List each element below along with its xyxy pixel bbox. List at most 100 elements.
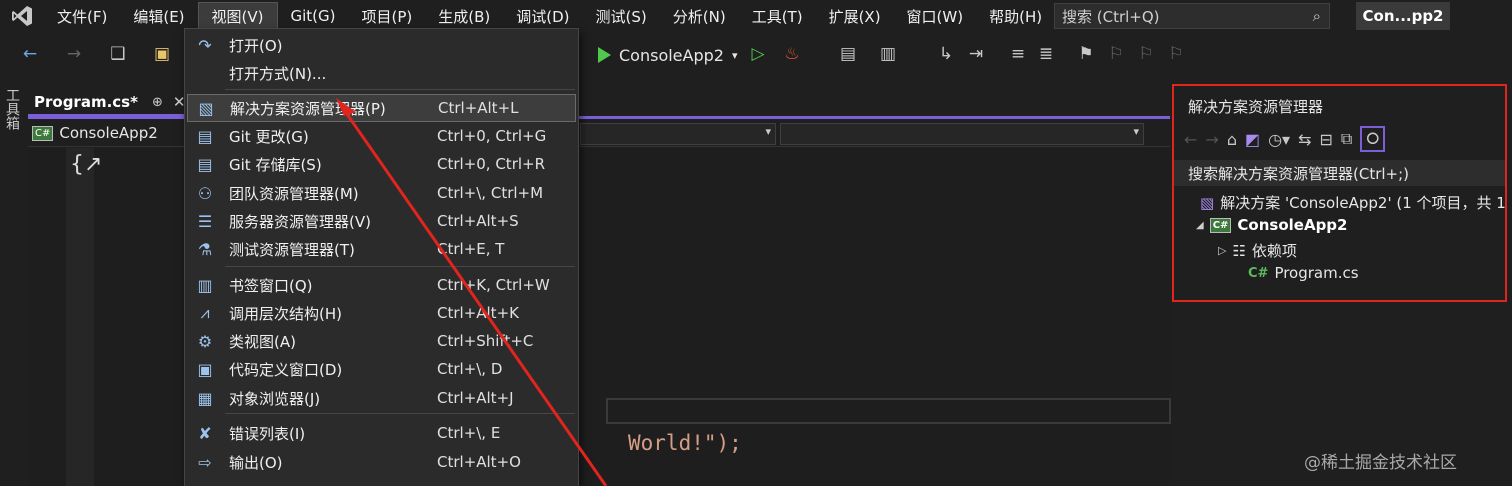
view-menu-item[interactable]: ⚗ 测试资源管理器(T) Ctrl+E, T — [187, 235, 576, 263]
menu-item[interactable]: 工具(T) — [739, 2, 816, 30]
view-menu-item[interactable]: ▧ 解决方案资源管理器(P) Ctrl+Alt+L — [187, 94, 576, 122]
file-node-label: Program.cs — [1274, 264, 1359, 282]
menu-item[interactable]: 调试(D) — [503, 2, 582, 30]
menu-item[interactable]: 视图(V) — [197, 2, 278, 30]
view-menu-item[interactable]: ⚙ 类视图(A) Ctrl+Shift+C — [187, 327, 576, 355]
tab-program-cs[interactable]: Program.cs* ⊕ ✕ — [28, 90, 188, 116]
type-dropdown[interactable]: ▾ — [580, 123, 776, 145]
file-node-program-cs[interactable]: C# Program.cs — [1248, 264, 1359, 282]
visual-studio-logo-icon[interactable] — [0, 0, 44, 32]
menu-item[interactable]: 项目(P) — [349, 2, 426, 30]
play-icon — [598, 47, 611, 63]
current-line-highlight — [606, 398, 1171, 424]
menu-item-label: 对象浏览器(J) — [229, 389, 321, 408]
output-icon: ⇨ — [198, 452, 212, 472]
view-menu-item[interactable]: ⚇ 团队资源管理器(M) Ctrl+\, Ctrl+M — [187, 179, 576, 207]
menu-item[interactable]: 测试(S) — [583, 2, 660, 30]
next-bookmark-icon[interactable]: ⚐ — [1134, 42, 1158, 66]
solution-icon: ▧ — [1200, 193, 1215, 212]
view-menu-item[interactable]: ▥ 书签窗口(Q) Ctrl+K, Ctrl+W — [187, 271, 576, 299]
menu-item[interactable]: 扩展(X) — [816, 2, 894, 30]
code-outline-icon[interactable]: {↗ — [70, 152, 102, 177]
git-repository-icon: ▤ — [197, 154, 213, 174]
menu-item-shortcut: Ctrl+Alt+O — [437, 453, 521, 471]
start-without-debug-icon[interactable]: ▷ — [746, 42, 770, 66]
view-menu-item[interactable]: ⩘ 调用层次结构(H) Ctrl+Alt+K — [187, 299, 576, 327]
project-dropdown[interactable]: C# ConsoleApp2 — [32, 122, 158, 144]
sync-icon[interactable]: ⇆ — [1298, 130, 1311, 149]
forward-icon[interactable]: → — [1205, 130, 1218, 149]
new-project-icon[interactable]: ❑ — [106, 42, 130, 66]
show-all-files-icon[interactable]: ⧉ — [1341, 129, 1352, 149]
view-menu-item[interactable]: ▣ 代码定义窗口(D) Ctrl+\, D — [187, 355, 576, 383]
menu-item[interactable]: 窗口(W) — [894, 2, 977, 30]
git-changes-icon: ▤ — [197, 126, 213, 146]
menu-separator — [225, 89, 575, 90]
solution-explorer-title: 解决方案资源管理器 — [1188, 98, 1324, 116]
toolbox-tab[interactable]: 工具箱 — [2, 88, 22, 130]
menu-item[interactable]: 编辑(E) — [120, 2, 197, 30]
csharp-project-icon: C# — [1209, 217, 1232, 233]
view-menu-item[interactable]: ✘ 错误列表(I) Ctrl+\, E — [187, 419, 576, 447]
menu-item-label: 团队资源管理器(M) — [229, 184, 359, 203]
open-icon: ↷ — [198, 35, 212, 55]
view-menu-item[interactable]: 打开方式(N)... — [187, 59, 576, 87]
menu-item[interactable]: 分析(N) — [660, 2, 739, 30]
view-menu-item[interactable]: ⇨ 输出(O) Ctrl+Alt+O — [187, 448, 576, 476]
toolbox-strip — [0, 80, 22, 486]
code-line-5: World!"); — [628, 431, 742, 455]
menu-item-label: 错误列表(I) — [229, 424, 306, 443]
start-debug-button[interactable]: ConsoleApp2 ▾ — [598, 42, 737, 68]
window-title[interactable]: Con...pp2 — [1356, 2, 1450, 30]
project-node-label: ConsoleApp2 — [1237, 216, 1348, 234]
solution-search-placeholder: 搜索解决方案资源管理器(Ctrl+;) — [1188, 164, 1410, 183]
solution-node[interactable]: ▧ 解决方案 'ConsoleApp2' (1 个项目，共 1 — [1200, 192, 1506, 213]
menu-item[interactable]: Git(G) — [278, 2, 349, 30]
project-node[interactable]: ◢ C# ConsoleApp2 — [1196, 216, 1347, 234]
menu-item-label: 调用层次结构(H) — [229, 304, 342, 323]
open-folder-icon[interactable]: ▣ — [150, 42, 174, 66]
menu-item-label: 测试资源管理器(T) — [229, 240, 355, 259]
uncomment-icon[interactable]: ≣ — [1034, 42, 1058, 66]
dependencies-icon: ☷ — [1232, 241, 1246, 260]
view-menu-item[interactable]: ▤ Git 存储库(S) Ctrl+0, Ctrl+R — [187, 150, 576, 178]
menu-separator — [225, 266, 575, 267]
step-icon[interactable]: ↳ — [934, 42, 958, 66]
prev-bookmark-icon[interactable]: ⚐ — [1104, 42, 1128, 66]
preview-selected-icon[interactable]: ⭘ — [1360, 126, 1386, 152]
server-explorer-icon: ☰ — [197, 211, 213, 231]
dependencies-node[interactable]: ▷ ☷ 依赖项 — [1218, 240, 1297, 261]
menu-item-shortcut: Ctrl+Alt+K — [437, 304, 519, 322]
menu-item-shortcut: Ctrl+E, T — [437, 240, 505, 258]
step-over-icon[interactable]: ⇥ — [964, 42, 988, 66]
solution-node-label: 解决方案 'ConsoleApp2' (1 个项目，共 1 — [1220, 194, 1506, 212]
clear-bookmarks-icon[interactable]: ⚐ — [1164, 42, 1188, 66]
menu-item[interactable]: 文件(F) — [44, 2, 120, 30]
collapse-all-icon[interactable]: ⊟ — [1320, 130, 1333, 149]
search-input[interactable]: 搜索 (Ctrl+Q) ⌕ — [1054, 3, 1330, 29]
back-icon[interactable]: ← — [18, 42, 42, 66]
home-icon[interactable]: ⌂ — [1227, 130, 1237, 149]
comment-icon[interactable]: ≡ — [1006, 42, 1030, 66]
solution-search-input[interactable]: 搜索解决方案资源管理器(Ctrl+;) — [1174, 160, 1505, 186]
pin-icon[interactable]: ⊕ — [152, 95, 163, 110]
call-hierarchy-icon: ⩘ — [200, 303, 210, 322]
back-icon[interactable]: ← — [1184, 130, 1197, 149]
view-menu-item[interactable]: ☰ 服务器资源管理器(V) Ctrl+Alt+S — [187, 207, 576, 235]
menu-item[interactable]: 帮助(H) — [976, 2, 1055, 30]
forward-icon[interactable]: → — [62, 42, 86, 66]
view-menu-item[interactable]: ▦ 对象浏览器(J) Ctrl+Alt+J — [187, 384, 576, 412]
chevron-down-icon: ▾ — [1133, 125, 1139, 138]
dependencies-label: 依赖项 — [1251, 242, 1297, 260]
bookmark-icon[interactable]: ⚑ — [1074, 42, 1098, 66]
pending-changes-icon[interactable]: ◷▾ — [1268, 130, 1290, 149]
hot-reload-icon[interactable]: ♨ — [780, 42, 804, 66]
view-menu-item[interactable]: ▤ Git 更改(G) Ctrl+0, Ctrl+G — [187, 122, 576, 150]
find-in-files-icon[interactable]: ▤ — [836, 42, 860, 66]
view-menu-item[interactable]: ↷ 打开(O) — [187, 31, 576, 59]
switch-views-icon[interactable]: ◩ — [1245, 130, 1260, 149]
menu-item[interactable]: 生成(B) — [425, 2, 503, 30]
layout-icon[interactable]: ▥ — [876, 42, 900, 66]
member-dropdown[interactable]: ▾ — [780, 123, 1144, 145]
search-icon: ⌕ — [1312, 7, 1321, 25]
